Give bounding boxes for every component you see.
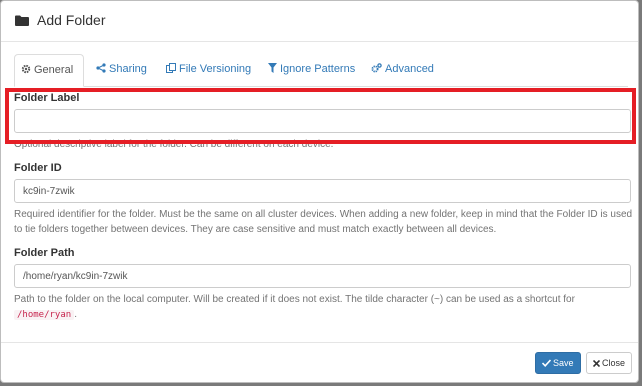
tab-file-versioning[interactable]: File Versioning bbox=[160, 54, 257, 87]
dialog-footer bbox=[1, 342, 638, 343]
folder-id-help: Required identifier for the folder. Must… bbox=[14, 209, 633, 235]
share-icon bbox=[96, 63, 109, 75]
save-button-label: Save bbox=[553, 358, 574, 368]
tab-file-versioning-label: File Versioning bbox=[179, 63, 252, 75]
folder-icon bbox=[15, 15, 29, 29]
dialog-header: Add Folder bbox=[1, 1, 638, 42]
tab-ignore-patterns[interactable]: Ignore Patterns bbox=[262, 54, 361, 87]
tab-ignore-patterns-label: Ignore Patterns bbox=[280, 63, 356, 75]
tab-bar: General Sharing File Versioning Ignore P… bbox=[14, 54, 628, 87]
check-icon bbox=[541, 358, 553, 368]
close-icon bbox=[592, 358, 602, 368]
tab-general[interactable]: General bbox=[14, 54, 84, 87]
save-button[interactable]: Save bbox=[535, 352, 581, 374]
folder-label-help: Optional descriptive label for the folde… bbox=[14, 139, 334, 150]
tab-advanced-label: Advanced bbox=[385, 63, 434, 75]
folder-id-label: Folder ID bbox=[14, 162, 62, 174]
folder-path-input[interactable] bbox=[14, 264, 631, 288]
folder-label-label: Folder Label bbox=[14, 92, 80, 104]
folder-path-help-suffix: . bbox=[74, 309, 77, 320]
cogs-icon bbox=[371, 63, 385, 75]
home-path-code: /home/ryan bbox=[14, 310, 75, 320]
close-button[interactable]: Close bbox=[586, 352, 633, 374]
folder-id-input[interactable] bbox=[14, 179, 631, 203]
gear-icon bbox=[21, 64, 34, 76]
tab-advanced[interactable]: Advanced bbox=[365, 54, 440, 87]
folder-path-label: Folder Path bbox=[14, 247, 75, 259]
tab-general-label: General bbox=[34, 64, 74, 76]
tab-sharing-label: Sharing bbox=[109, 63, 147, 75]
folder-path-help: Path to the folder on the local computer… bbox=[14, 292, 634, 323]
folder-label-input[interactable] bbox=[14, 109, 631, 133]
folder-path-help-text: Path to the folder on the local computer… bbox=[14, 294, 575, 305]
filter-icon bbox=[268, 63, 280, 75]
copy-icon bbox=[166, 63, 179, 75]
tab-sharing[interactable]: Sharing bbox=[90, 54, 153, 87]
dialog-title: Add Folder bbox=[37, 12, 106, 28]
close-button-label: Close bbox=[602, 358, 626, 368]
add-folder-dialog: Add Folder General Sharing File Versioni… bbox=[0, 0, 639, 383]
